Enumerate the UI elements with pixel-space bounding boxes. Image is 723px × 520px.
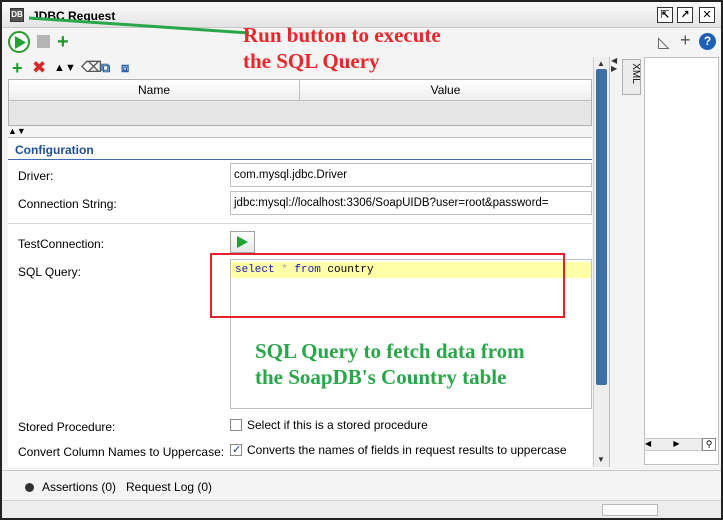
clear-icon[interactable]: ⌫ xyxy=(81,60,102,76)
status-bar xyxy=(2,500,721,518)
jdbc-icon: DB xyxy=(10,8,24,22)
row-divider xyxy=(8,223,592,224)
panel-collapse-arrows[interactable]: ◀ ▶ xyxy=(611,57,617,73)
help-button[interactable]: ? xyxy=(699,33,716,50)
annotation-sql-line1: SQL Query to fetch data from xyxy=(255,339,525,363)
editor-scrollbar[interactable]: ▲ ▼ xyxy=(593,57,609,467)
delete-icon[interactable]: ✖ xyxy=(32,59,46,76)
annotation-arrow-line xyxy=(28,16,250,35)
uppercase-checkbox-label: Converts the names of fields in request … xyxy=(247,443,567,457)
sql-query-label: SQL Query: xyxy=(18,265,81,279)
move-down-icon[interactable]: ▼ xyxy=(65,60,76,76)
response-hscroll[interactable]: ◀ ▶ xyxy=(644,438,702,451)
scroll-down-icon[interactable]: ▼ xyxy=(597,455,605,464)
tab-xml[interactable]: XML xyxy=(622,59,641,95)
uppercase-checkbox[interactable] xyxy=(230,443,242,456)
driver-field[interactable]: com.mysql.jdbc.Driver xyxy=(230,163,592,187)
maximize-icon[interactable]: ↗ xyxy=(677,7,693,23)
connection-string-field[interactable]: jdbc:mysql://localhost:3306/SoapUIDB?use… xyxy=(230,191,592,215)
wand-icon[interactable]: ◺ xyxy=(658,33,670,51)
configuration-title: Configuration xyxy=(15,143,94,157)
zoom-icon[interactable]: ⚲ xyxy=(702,438,716,451)
annotation-sql-line2: the SoapDB's Country table xyxy=(255,365,507,389)
annotation-run-line1: Run button to execute xyxy=(243,23,441,47)
stored-procedure-checkbox-label: Select if this is a stored procedure xyxy=(247,418,428,432)
add-icon[interactable]: + xyxy=(12,59,23,77)
connection-string-label: Connection String: xyxy=(18,197,117,211)
annotation-run-line2: the SQL Query xyxy=(243,49,380,73)
properties-table-body xyxy=(9,101,591,125)
uppercase-label: Convert Column Names to Uppercase: xyxy=(18,445,225,459)
tab-assertions[interactable]: Assertions (0) xyxy=(42,480,116,494)
driver-label: Driver: xyxy=(18,169,54,183)
scroll-up-icon[interactable]: ▲ xyxy=(597,59,605,68)
column-header-value[interactable]: Value xyxy=(300,80,591,101)
response-panel xyxy=(644,57,719,465)
annotation-sql-query: SQL Query to fetch data from the SoapDB'… xyxy=(255,338,525,390)
xml-tab-label: XML xyxy=(629,63,641,84)
test-connection-label: TestConnection: xyxy=(18,237,105,251)
properties-table: Name Value xyxy=(8,79,592,126)
assertions-status-icon xyxy=(25,483,34,492)
bottom-tab-bar: Assertions (0) Request Log (0) xyxy=(2,470,721,500)
copy-icon[interactable]: ⧉ xyxy=(101,60,110,76)
paste-icon[interactable]: ⧈ xyxy=(121,60,129,76)
splitter-toggle[interactable]: ▲▼ xyxy=(8,127,26,136)
test-connection-button[interactable] xyxy=(230,231,255,253)
plus-icon[interactable]: + xyxy=(680,30,691,51)
sql-highlight-box xyxy=(210,253,565,318)
close-icon[interactable]: ✕ xyxy=(699,7,715,23)
column-header-name[interactable]: Name xyxy=(9,80,300,101)
status-indicator xyxy=(602,504,658,516)
stored-procedure-label: Stored Procedure: xyxy=(18,420,116,434)
move-up-icon[interactable]: ▲ xyxy=(54,60,65,76)
annotation-run-button: Run button to execute the SQL Query xyxy=(243,22,441,74)
tab-request-log[interactable]: Request Log (0) xyxy=(126,480,212,494)
stored-procedure-checkbox[interactable] xyxy=(230,419,242,431)
scrollbar-thumb[interactable] xyxy=(596,69,607,385)
play-icon xyxy=(237,236,248,248)
configuration-divider xyxy=(8,159,592,160)
restore-icon[interactable]: ⇱ xyxy=(657,7,673,23)
